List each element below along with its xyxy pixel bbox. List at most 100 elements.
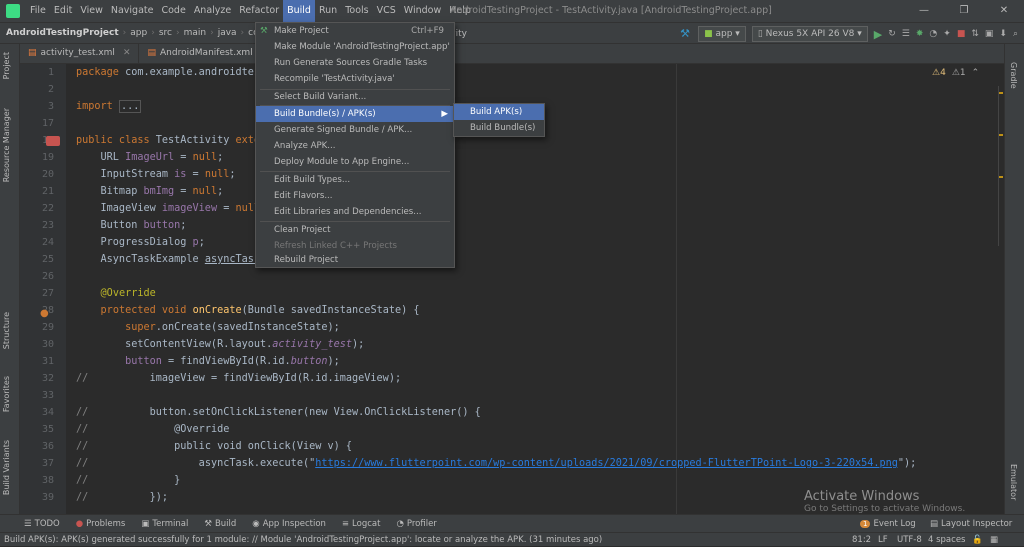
inspection-icon: ◉ [252, 518, 260, 529]
app-inspection-tool-button[interactable]: ◉ App Inspection [244, 519, 334, 529]
line-number: 32 [41, 373, 54, 384]
submenu-arrow-icon: ▶ [441, 109, 448, 119]
xml-file-icon: ▤ [28, 48, 37, 58]
logcat-tool-button[interactable]: ≡ Logcat [334, 519, 389, 529]
build-variants-tool-tab[interactable]: Build Variants [2, 440, 11, 495]
editor-scrollbar[interactable] [998, 86, 1004, 246]
line-number: 39 [41, 492, 54, 503]
menu-edit[interactable]: Edit [50, 0, 76, 22]
menu-tools[interactable]: Tools [341, 0, 372, 22]
memory-indicator-icon[interactable]: ▦ [990, 533, 998, 547]
sdk-manager-icon[interactable]: ⬇ [999, 29, 1007, 39]
menu-build[interactable]: Build [283, 0, 315, 22]
menu-item-edit-build-types[interactable]: Edit Build Types... [256, 172, 454, 188]
menu-view[interactable]: View [76, 0, 107, 22]
minimize-icon[interactable]: — [904, 0, 944, 22]
event-log-tool-button[interactable]: 1 Event Log [852, 519, 924, 529]
caret-position[interactable]: 81:2 [852, 533, 871, 547]
menu-item-analyze-apk[interactable]: Analyze APK... [256, 138, 454, 154]
apply-changes-icon[interactable]: ☰ [902, 29, 910, 39]
run-gutter-icon[interactable] [46, 136, 60, 146]
breadcrumb-java[interactable]: java [216, 28, 239, 38]
line-number: 33 [41, 390, 54, 401]
breadcrumb-main[interactable]: main [182, 28, 209, 38]
line-number: 26 [41, 271, 54, 282]
menu-item-deploy-app-engine[interactable]: Deploy Module to App Engine... [256, 154, 454, 170]
menu-item-edit-libraries[interactable]: Edit Libraries and Dependencies... [256, 204, 454, 220]
close-tab-icon[interactable]: ✕ [123, 48, 131, 58]
code-url-link[interactable]: https://www.flutterpoint.com/wp-content/… [315, 458, 898, 469]
menu-run[interactable]: Run [315, 0, 341, 22]
menu-item-build-apks[interactable]: Build APK(s) [454, 104, 544, 120]
attach-debugger-icon[interactable]: ✦ [943, 29, 951, 39]
menu-analyze[interactable]: Analyze [190, 0, 235, 22]
xml-file-icon: ▤ [147, 48, 156, 58]
status-message[interactable]: Build APK(s): APK(s) generated successfu… [4, 533, 602, 547]
gradle-tool-tab[interactable]: Gradle [1009, 62, 1018, 89]
close-icon[interactable]: ✕ [984, 0, 1024, 22]
menu-item-build-bundles-apks[interactable]: Build Bundle(s) / APK(s) ▶ [256, 106, 454, 122]
breadcrumb-app[interactable]: app [128, 28, 149, 38]
override-gutter-icon[interactable]: ● [40, 308, 49, 319]
search-icon[interactable]: ⌕ [1013, 29, 1018, 39]
menu-item-select-build-variant[interactable]: Select Build Variant... [256, 89, 454, 105]
line-number: 3 [47, 101, 54, 112]
terminal-tool-button[interactable]: ▣ Terminal [133, 519, 196, 529]
menu-item-generate-signed[interactable]: Generate Signed Bundle / APK... [256, 122, 454, 138]
emulator-tool-tab[interactable]: Emulator [1009, 464, 1018, 500]
menu-item-make-module[interactable]: Make Module 'AndroidTestingProject.app' [256, 39, 454, 55]
todo-tool-button[interactable]: ☰ TODO [0, 519, 68, 529]
problems-tool-button[interactable]: ● Problems [68, 519, 134, 529]
android-studio-logo-icon [6, 4, 20, 18]
menu-item-make-project[interactable]: ⚒ Make Project Ctrl+F9 [256, 23, 454, 39]
device-selector[interactable]: ▯ Nexus 5X API 26 V8 ▾ [751, 26, 868, 42]
favorites-tool-tab[interactable]: Favorites [2, 376, 11, 412]
indent-setting[interactable]: 4 spaces [928, 533, 965, 547]
module-selector[interactable]: ■ app ▾ [698, 26, 746, 42]
line-number: 31 [41, 356, 54, 367]
line-number: 25 [41, 254, 54, 265]
menu-navigate[interactable]: Navigate [107, 0, 158, 22]
profiler-tool-button[interactable]: ◔ Profiler [388, 519, 444, 529]
lock-icon[interactable]: 🔓 [972, 533, 983, 547]
menu-item-clean-project[interactable]: Clean Project [256, 222, 454, 238]
tab-activity-test-xml[interactable]: ▤ activity_test.xml ✕ [20, 43, 140, 63]
restore-icon[interactable]: ❐ [944, 0, 984, 22]
menu-item-edit-flavors[interactable]: Edit Flavors... [256, 188, 454, 204]
line-number: 34 [41, 407, 54, 418]
menu-window[interactable]: Window [400, 0, 445, 22]
avd-manager-icon[interactable]: ▣ [985, 29, 994, 39]
sync-icon[interactable]: ⇅ [971, 29, 979, 39]
menu-item-build-bundles[interactable]: Build Bundle(s) [454, 120, 544, 136]
line-number: 36 [41, 441, 54, 452]
profile-icon[interactable]: ◔ [929, 29, 937, 39]
breadcrumb-src[interactable]: src [157, 28, 174, 38]
window-title: AndroidTestingProject - TestActivity.jav… [450, 5, 772, 16]
menu-item-recompile[interactable]: Recompile 'TestActivity.java' [256, 71, 454, 87]
resource-manager-tool-tab[interactable]: Resource Manager [2, 108, 11, 182]
hammer-icon: ⚒ [260, 26, 268, 36]
list-icon: ☰ [24, 518, 32, 529]
line-number: 20 [41, 169, 54, 180]
hammer-icon[interactable]: ⚒ [680, 28, 692, 40]
menu-refactor[interactable]: Refactor [235, 0, 283, 22]
menu-code[interactable]: Code [157, 0, 189, 22]
inspection-widget[interactable]: ⚠4 ⚠1 ⌃ [932, 68, 979, 78]
project-tool-tab[interactable]: Project [2, 52, 11, 79]
rerun-icon[interactable]: ↻ [888, 29, 896, 39]
activate-windows-watermark: Activate Windows Go to Settings to activ… [804, 489, 966, 514]
file-encoding[interactable]: UTF-8 [897, 533, 922, 547]
debug-icon[interactable]: ✸ [916, 29, 924, 39]
menu-vcs[interactable]: VCS [373, 0, 400, 22]
menu-item-generate-sources[interactable]: Run Generate Sources Gradle Tasks [256, 55, 454, 71]
layout-inspector-tool-button[interactable]: ▤ Layout Inspector [922, 519, 1020, 529]
structure-tool-tab[interactable]: Structure [2, 312, 11, 349]
menu-item-rebuild-project[interactable]: Rebuild Project [256, 252, 454, 268]
menu-file[interactable]: File [26, 0, 50, 22]
run-icon[interactable]: ▶ [874, 28, 882, 41]
line-separator[interactable]: LF [878, 533, 888, 547]
line-number: 29 [41, 322, 54, 333]
build-tool-button[interactable]: ⚒ Build [196, 519, 244, 529]
stop-icon[interactable]: ■ [957, 29, 966, 39]
breadcrumb-project[interactable]: AndroidTestingProject [0, 28, 121, 38]
